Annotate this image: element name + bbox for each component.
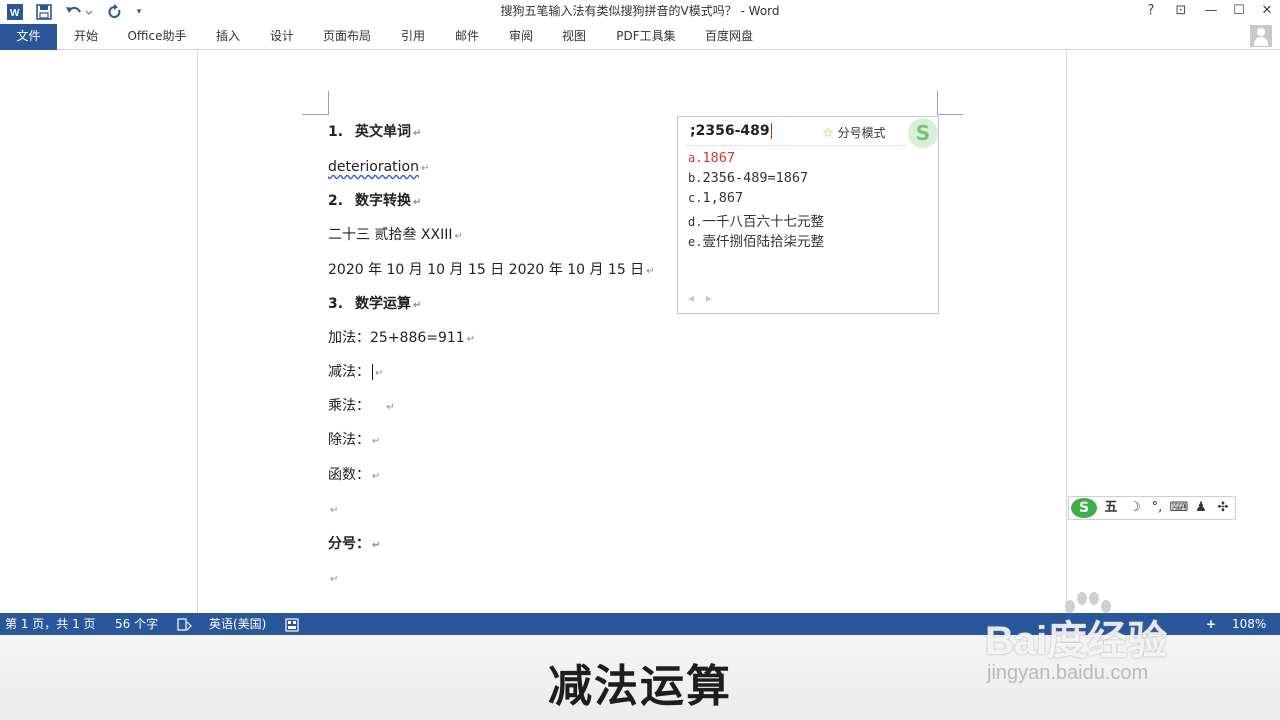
ime-mode-label[interactable]: ☆ 分号模式 xyxy=(822,124,886,141)
doc-line-empty[interactable]: ↵ xyxy=(328,499,338,519)
ime-status-toolbar: S 五 ☽ °, ⌨ ♟ ✣ xyxy=(1068,496,1236,520)
watermark-url: jingyan.baidu.com xyxy=(987,662,1149,684)
doc-line-english-word[interactable]: deterioration ↵ xyxy=(328,157,429,177)
doc-line-subtraction[interactable]: 减法： ↵ xyxy=(328,362,383,382)
document-area xyxy=(0,51,1280,613)
language-indicator[interactable]: 英语(美国) xyxy=(209,613,266,635)
tab-baidu-netdisk[interactable]: 百度网盘 xyxy=(698,24,760,50)
watermark-logo: Bai度经验 xyxy=(985,619,1168,663)
minimize-button[interactable]: — xyxy=(1196,0,1226,24)
user-icon[interactable]: ♟ xyxy=(1191,497,1211,519)
doc-line-multiplication[interactable]: 乘法： ↵ xyxy=(328,396,395,416)
ribbon-display-button[interactable]: ⊡ xyxy=(1166,0,1196,24)
baidu-jingyan-watermark: Bai度经验 jingyan.baidu.com xyxy=(985,590,1275,690)
punctuation-icon[interactable]: °, xyxy=(1147,497,1167,519)
tab-office-assistant[interactable]: Office助手 xyxy=(120,24,194,50)
moon-icon[interactable]: ☽ xyxy=(1125,497,1145,519)
tab-review[interactable]: 审阅 xyxy=(501,24,541,50)
tab-home[interactable]: 开始 xyxy=(66,24,106,50)
doc-heading-3[interactable]: 3. 数学运算 ↵ xyxy=(328,294,421,314)
word-count[interactable]: 56 个字 xyxy=(115,613,158,635)
doc-heading-2[interactable]: 2. 数字转换 ↵ xyxy=(328,191,421,211)
ime-candidate-e[interactable]: e.壹仟捌佰陆拾柒元整 xyxy=(688,230,824,250)
sogou-logo-icon[interactable]: S xyxy=(1071,498,1097,518)
ime-candidate-c[interactable]: c.1,867 xyxy=(688,190,743,206)
help-button[interactable]: ? xyxy=(1136,0,1166,24)
ime-composition-input: ;2356-489 xyxy=(690,123,772,139)
ime-candidate-window: ;2356-489 ☆ 分号模式 S a.1867 b.2356-489=1867… xyxy=(677,116,939,314)
tab-page-layout[interactable]: 页面布局 xyxy=(316,24,378,50)
star-icon: ☆ xyxy=(822,126,834,141)
sogou-logo-icon: S xyxy=(908,118,938,148)
ime-candidate-d[interactable]: d.一千八百六十七元整 xyxy=(688,210,824,230)
doc-line-division[interactable]: 除法： ↵ xyxy=(328,430,380,450)
doc-line-empty[interactable]: ↵ xyxy=(328,568,338,588)
proofing-icon[interactable] xyxy=(177,613,193,635)
close-button[interactable]: ✕ xyxy=(1252,0,1280,24)
tab-design[interactable]: 设计 xyxy=(262,24,302,50)
tab-pdf-tools[interactable]: PDF工具集 xyxy=(610,24,682,50)
ime-wubi-mode-button[interactable]: 五 xyxy=(1101,497,1121,519)
ime-divider xyxy=(686,145,906,146)
user-avatar[interactable] xyxy=(1250,25,1272,47)
ribbon-tabs: 文件 开始 Office助手 插入 设计 页面布局 引用 邮件 审阅 视图 PD… xyxy=(0,24,1280,50)
tab-references[interactable]: 引用 xyxy=(393,24,433,50)
window-title: 搜狗五笔输入法有类似搜狗拼音的V模式吗？ - Word xyxy=(500,4,780,18)
maximize-button[interactable]: ☐ xyxy=(1224,0,1254,24)
ime-page-arrows[interactable]: ◂ ▸ xyxy=(688,291,716,305)
toolbox-icon[interactable]: ✣ xyxy=(1213,497,1233,519)
tab-mailings[interactable]: 邮件 xyxy=(447,24,487,50)
margin-corner-mark xyxy=(328,91,329,115)
margin-corner-mark xyxy=(937,91,938,115)
tab-view[interactable]: 视图 xyxy=(554,24,594,50)
page-count[interactable]: 第 1 页，共 1 页 xyxy=(5,613,96,635)
doc-heading-1[interactable]: 1. 英文单词 ↵ xyxy=(328,122,421,142)
title-bar: W ▾ 搜狗五笔输入法有类似搜狗拼音的V模式吗？ - Word ? ⊡ — ☐ … xyxy=(0,0,1280,24)
doc-line-number-conversion[interactable]: 二十三 贰拾叁 XXIII ↵ xyxy=(328,225,463,245)
margin-corner-mark xyxy=(302,114,329,115)
macro-icon[interactable] xyxy=(285,613,299,635)
doc-line-dates[interactable]: 2020 年 10 月 10 月 15 日 2020 年 10 月 15 日 ↵ xyxy=(328,260,655,280)
ime-candidate-b[interactable]: b.2356-489=1867 xyxy=(688,170,808,186)
doc-line-function[interactable]: 函数： ↵ xyxy=(328,465,380,485)
text-cursor xyxy=(372,364,373,380)
tab-insert[interactable]: 插入 xyxy=(208,24,248,50)
keyboard-icon[interactable]: ⌨ xyxy=(1169,497,1189,519)
ime-candidate-a[interactable]: a.1867 xyxy=(688,150,735,166)
doc-line-semicolon[interactable]: 分号： ↵ xyxy=(328,534,380,554)
margin-corner-mark xyxy=(937,114,963,115)
doc-line-addition[interactable]: 加法：25+886=911 ↵ xyxy=(328,328,475,348)
tab-file[interactable]: 文件 xyxy=(0,24,57,50)
